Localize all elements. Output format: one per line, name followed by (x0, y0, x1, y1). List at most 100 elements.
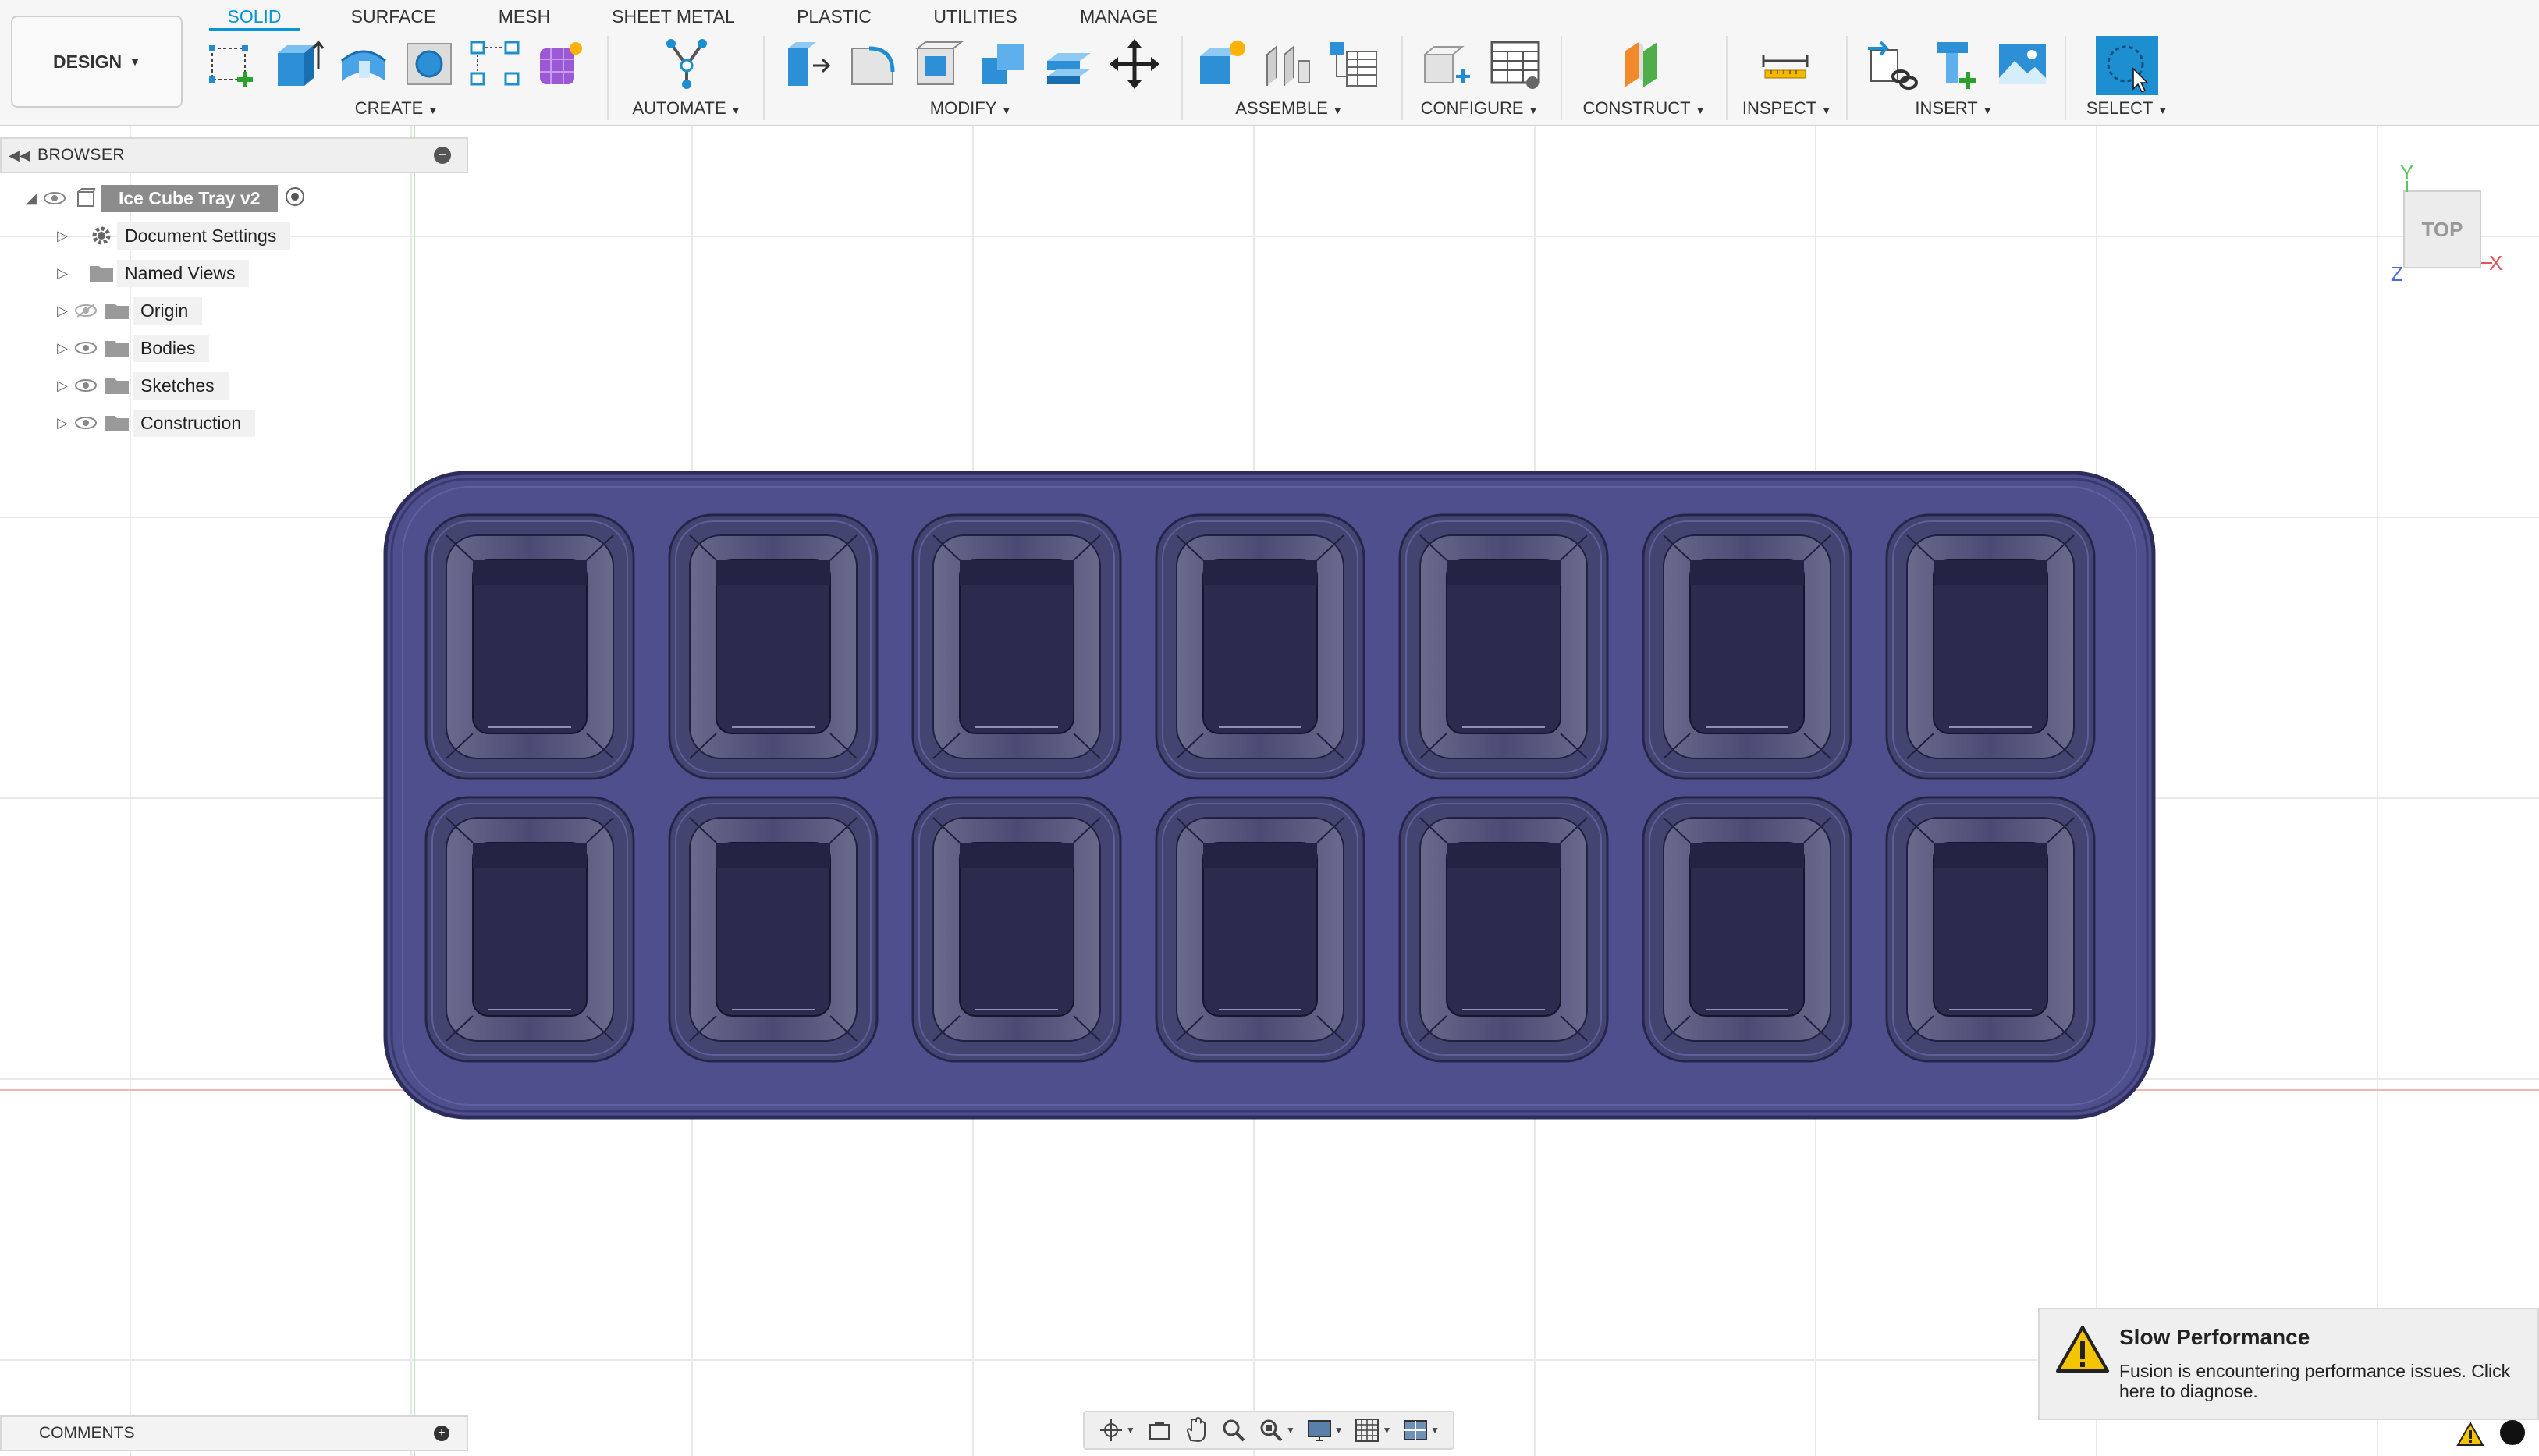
activate-radio-icon[interactable] (284, 186, 306, 211)
browser-root-item[interactable]: ◢ Ice Cube Tray v2 (23, 183, 306, 214)
select-button[interactable] (2096, 36, 2158, 95)
chevron-down-icon: ▼ (1430, 1425, 1440, 1436)
select-menu[interactable]: SELECT ▼ (2057, 97, 2197, 120)
slow-performance-notification[interactable]: Slow Performance Fusion is encountering … (2038, 1308, 2539, 1420)
browser-item-bodies[interactable]: ▷ Bodies (55, 332, 210, 364)
status-warning-icon[interactable] (2456, 1421, 2484, 1451)
grid-settings-button[interactable]: ▼ (1354, 1417, 1391, 1444)
expand-triangle-icon[interactable]: ▷ (55, 303, 70, 319)
add-comment-icon[interactable]: + (434, 1426, 449, 1441)
viewports-button[interactable]: ▼ (1402, 1417, 1440, 1444)
look-at-button[interactable] (1146, 1417, 1173, 1444)
configuration-table-button[interactable] (1487, 36, 1543, 92)
orbit-button[interactable]: ▼ (1098, 1417, 1135, 1444)
hole-button[interactable] (401, 36, 457, 92)
eye-hidden-icon[interactable] (70, 303, 101, 318)
form-button[interactable] (532, 36, 588, 92)
eye-icon[interactable] (39, 190, 70, 206)
minimize-icon[interactable]: − (434, 147, 451, 164)
browser-item-construction[interactable]: ▷ Construction (55, 407, 256, 439)
configure-menu[interactable]: CONFIGURE ▼ (1409, 97, 1550, 120)
fusion-logo-icon[interactable] (2500, 1420, 2525, 1445)
press-pull-button[interactable] (779, 36, 835, 92)
modify-menu[interactable]: MODIFY ▼ (900, 97, 1041, 120)
orbit-icon (1099, 1419, 1122, 1441)
offset-face-button[interactable] (1041, 36, 1097, 92)
comments-panel[interactable]: COMMENTS + (0, 1415, 468, 1451)
pattern-button[interactable] (467, 36, 523, 92)
collapse-panel-icon[interactable]: ◀◀ (2, 147, 37, 164)
separator (1401, 36, 1403, 120)
new-component-button[interactable] (1194, 36, 1250, 92)
display-settings-button[interactable]: ▼ (1306, 1417, 1344, 1444)
expand-triangle-icon[interactable]: ▷ (55, 340, 70, 357)
browser-item-document-settings[interactable]: ▷ Document Settings (55, 220, 291, 251)
zoom-icon (1223, 1419, 1245, 1442)
fillet-button[interactable] (844, 36, 900, 92)
folder-icon (101, 300, 133, 321)
browser-item-label: Sketches (133, 371, 229, 400)
tab-sheet-metal[interactable]: SHEET METAL (610, 3, 737, 30)
tab-plastic[interactable]: PLASTIC (788, 3, 880, 30)
construct-menu[interactable]: CONSTRUCT ▼ (1571, 97, 1717, 120)
chevron-down-icon: ▼ (130, 55, 141, 68)
workspace-switcher[interactable]: DESIGN ▼ (11, 16, 183, 108)
eye-icon[interactable] (70, 378, 101, 393)
bill-of-materials-button[interactable] (1325, 36, 1381, 92)
browser-panel-header[interactable]: ◀◀ BROWSER − (0, 137, 468, 173)
eye-icon[interactable] (70, 340, 101, 356)
insert-canvas-button[interactable] (1994, 36, 2051, 92)
toolbar-ribbon: DESIGN ▼ SOLID SURFACE MESH SHEET METAL … (0, 0, 2539, 126)
document-name[interactable]: Ice Cube Tray v2 (101, 184, 278, 212)
notification-body[interactable]: Fusion is encountering performance issue… (2119, 1361, 2525, 1401)
extrude-button[interactable] (270, 36, 326, 92)
joint-button[interactable] (1259, 36, 1316, 92)
inspect-menu[interactable]: INSPECT ▼ (1717, 97, 1857, 120)
zoom-button[interactable] (1220, 1417, 1247, 1444)
shell-button[interactable] (910, 36, 966, 92)
configure-button[interactable] (1419, 36, 1475, 92)
chevron-down-icon: ▼ (1286, 1425, 1295, 1436)
collapse-triangle-icon[interactable]: ◢ (23, 190, 39, 207)
move-button[interactable] (1106, 36, 1163, 92)
viewcube[interactable]: TOP (2403, 190, 2481, 268)
expand-triangle-icon[interactable]: ▷ (55, 378, 70, 394)
combine-button[interactable] (975, 36, 1032, 92)
fillet-icon (851, 46, 895, 85)
chevron-down-icon: ▼ (1001, 105, 1012, 116)
assemble-menu[interactable]: ASSEMBLE ▼ (1219, 97, 1359, 120)
expand-triangle-icon[interactable]: ▷ (55, 228, 70, 244)
offset-plane-button[interactable] (1615, 36, 1671, 92)
form-icon (540, 42, 582, 84)
revolve-button[interactable] (336, 36, 392, 92)
tab-utilities[interactable]: UTILITIES (929, 3, 1022, 30)
create-sketch-button[interactable] (204, 36, 261, 92)
measure-button[interactable] (1757, 36, 1813, 92)
insert-menu[interactable]: INSERT ▼ (1884, 97, 2024, 120)
ice-cube-tray-model[interactable] (379, 467, 2160, 1124)
configure-icon (1422, 46, 1470, 83)
move-icon (1110, 39, 1159, 89)
tab-manage[interactable]: MANAGE (1074, 3, 1164, 30)
automate-button[interactable] (659, 36, 715, 92)
hand-icon (1187, 1417, 1206, 1443)
insert-derive-button[interactable] (1863, 36, 1919, 92)
browser-item-origin[interactable]: ▷ Origin (55, 295, 203, 326)
expand-triangle-icon[interactable]: ▷ (55, 265, 70, 282)
tab-solid[interactable]: SOLID (209, 3, 300, 31)
tab-surface[interactable]: SURFACE (350, 3, 437, 30)
eye-icon[interactable] (70, 415, 101, 431)
zoom-window-button[interactable]: ▼ (1258, 1417, 1295, 1444)
comments-title: COMMENTS (39, 1424, 135, 1442)
create-menu[interactable]: CREATE ▼ (326, 97, 467, 120)
insert-mcmaster-button[interactable] (1929, 36, 1985, 92)
configure-label: CONFIGURE (1420, 98, 1524, 118)
automate-menu[interactable]: AUTOMATE ▼ (616, 97, 757, 120)
tab-mesh[interactable]: MESH (492, 3, 557, 30)
pan-button[interactable] (1183, 1417, 1209, 1444)
browser-item-sketches[interactable]: ▷ Sketches (55, 370, 229, 401)
link-icon (1868, 41, 1918, 90)
expand-triangle-icon[interactable]: ▷ (55, 415, 70, 431)
browser-item-named-views[interactable]: ▷ Named Views (55, 257, 250, 289)
ice-cube-cell (1642, 796, 1852, 1063)
